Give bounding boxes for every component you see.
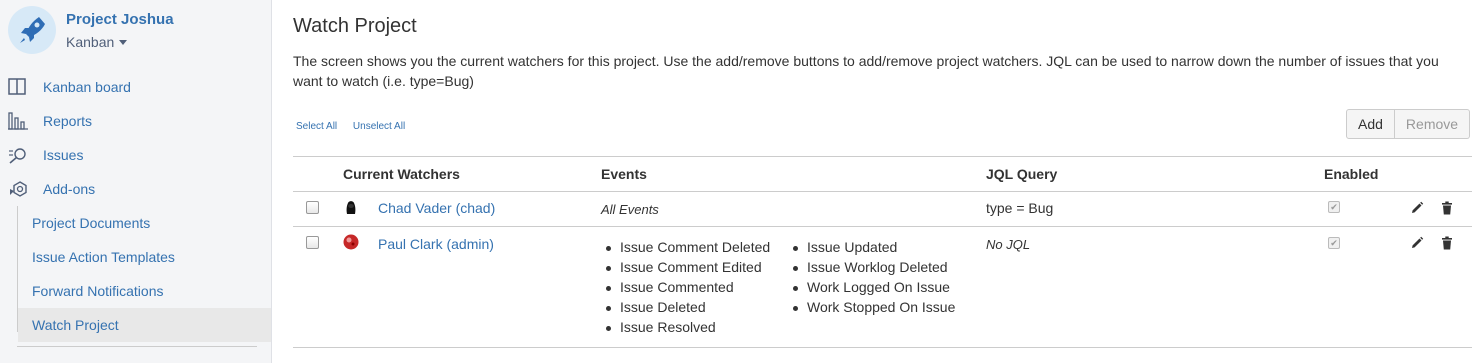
- project-header: Project Joshua Kanban: [8, 6, 174, 54]
- list-item: Work Stopped On Issue: [788, 297, 955, 317]
- events-list-column-1: Issue Comment Deleted Issue Comment Edit…: [601, 237, 770, 337]
- sidebar-item-label: Issue Action Templates: [32, 249, 175, 265]
- jql-query-value: No JQL: [986, 237, 1031, 252]
- addons-icon: [10, 181, 27, 197]
- sidebar-item-label: Forward Notifications: [32, 283, 164, 299]
- list-item: Work Logged On Issue: [788, 277, 955, 297]
- sidebar-item-issues[interactable]: Issues: [0, 138, 271, 172]
- sidebar-item-forward-notifications[interactable]: Forward Notifications: [18, 274, 271, 308]
- add-button[interactable]: Add: [1346, 109, 1395, 139]
- chevron-down-icon: [119, 39, 128, 45]
- header-divider: [293, 191, 1472, 192]
- sidebar-item-project-documents[interactable]: Project Documents: [18, 206, 271, 240]
- enabled-checkbox: ✔: [1328, 237, 1340, 249]
- sidebar-item-reports[interactable]: Reports: [0, 104, 271, 138]
- reports-icon: [8, 112, 28, 130]
- watcher-user-link[interactable]: Chad Vader (chad): [378, 200, 495, 216]
- row-select-checkbox[interactable]: [306, 236, 319, 249]
- column-header-watchers: Current Watchers: [343, 166, 460, 182]
- watcher-user-link[interactable]: Paul Clark (admin): [378, 236, 494, 252]
- list-item: Issue Deleted: [601, 297, 770, 317]
- list-item: Issue Resolved: [601, 317, 770, 337]
- events-list-column-2: Issue Updated Issue Worklog Deleted Work…: [788, 237, 955, 317]
- watcher-button-group: Add Remove: [1346, 109, 1471, 139]
- project-avatar[interactable]: [8, 6, 56, 54]
- remove-button[interactable]: Remove: [1394, 109, 1471, 139]
- list-item: Issue Comment Deleted: [601, 237, 770, 257]
- user-avatar-icon: [343, 234, 359, 250]
- column-header-enabled: Enabled: [1324, 166, 1379, 182]
- enabled-checkbox: ✔: [1328, 201, 1340, 213]
- sidebar-item-label: Reports: [43, 113, 93, 129]
- edit-pencil-icon[interactable]: [1410, 201, 1424, 215]
- sidebar-item-watch-project[interactable]: Watch Project: [18, 308, 271, 342]
- row-select-checkbox[interactable]: [306, 201, 319, 214]
- row-divider: [293, 226, 1472, 227]
- page-description: The screen shows you the current watcher…: [293, 53, 1439, 89]
- column-header-events: Events: [601, 166, 647, 182]
- selection-links: Select All Unselect All: [296, 121, 418, 132]
- main-content: Watch Project The screen shows you the c…: [273, 0, 1481, 363]
- sidebar-item-label: Kanban board: [43, 79, 131, 95]
- list-item: Issue Updated: [788, 237, 955, 257]
- select-all-link[interactable]: Select All: [296, 121, 337, 132]
- sidebar-item-issue-action-templates[interactable]: Issue Action Templates: [18, 240, 271, 274]
- board-type-label: Kanban: [66, 34, 115, 50]
- user-avatar-icon: [346, 201, 356, 214]
- jql-query-value: type = Bug: [986, 200, 1054, 216]
- table-bottom-border: [293, 347, 1472, 348]
- column-header-jql: JQL Query: [986, 166, 1058, 182]
- sidebar-item-label: Project Documents: [32, 215, 151, 231]
- delete-trash-icon[interactable]: [1440, 236, 1454, 250]
- board-icon: [8, 78, 26, 95]
- sidebar-item-add-ons[interactable]: Add-ons: [0, 172, 271, 206]
- list-item: Issue Comment Edited: [601, 257, 770, 277]
- events-all-label: All Events: [601, 202, 659, 217]
- page-title: Watch Project: [293, 15, 417, 37]
- sidebar-item-label: Add-ons: [43, 181, 96, 197]
- delete-trash-icon[interactable]: [1440, 201, 1454, 215]
- sidebar-item-kanban-board[interactable]: Kanban board: [0, 70, 271, 104]
- sidebar-item-label: Issues: [43, 147, 84, 163]
- unselect-all-link[interactable]: Unselect All: [353, 121, 405, 132]
- edit-pencil-icon[interactable]: [1410, 236, 1424, 250]
- project-name-link[interactable]: Project Joshua: [66, 11, 174, 28]
- rocket-icon: [20, 17, 45, 43]
- table-top-border: [293, 156, 1472, 157]
- list-item: Issue Worklog Deleted: [788, 257, 955, 277]
- board-type-dropdown[interactable]: Kanban: [66, 34, 128, 50]
- sidebar-item-label: Watch Project: [32, 317, 119, 333]
- project-sidebar: Project Joshua Kanban Kanban board Repor…: [0, 0, 272, 363]
- sidebar-divider: [17, 346, 257, 347]
- issues-icon: [9, 148, 26, 164]
- list-item: Issue Commented: [601, 277, 770, 297]
